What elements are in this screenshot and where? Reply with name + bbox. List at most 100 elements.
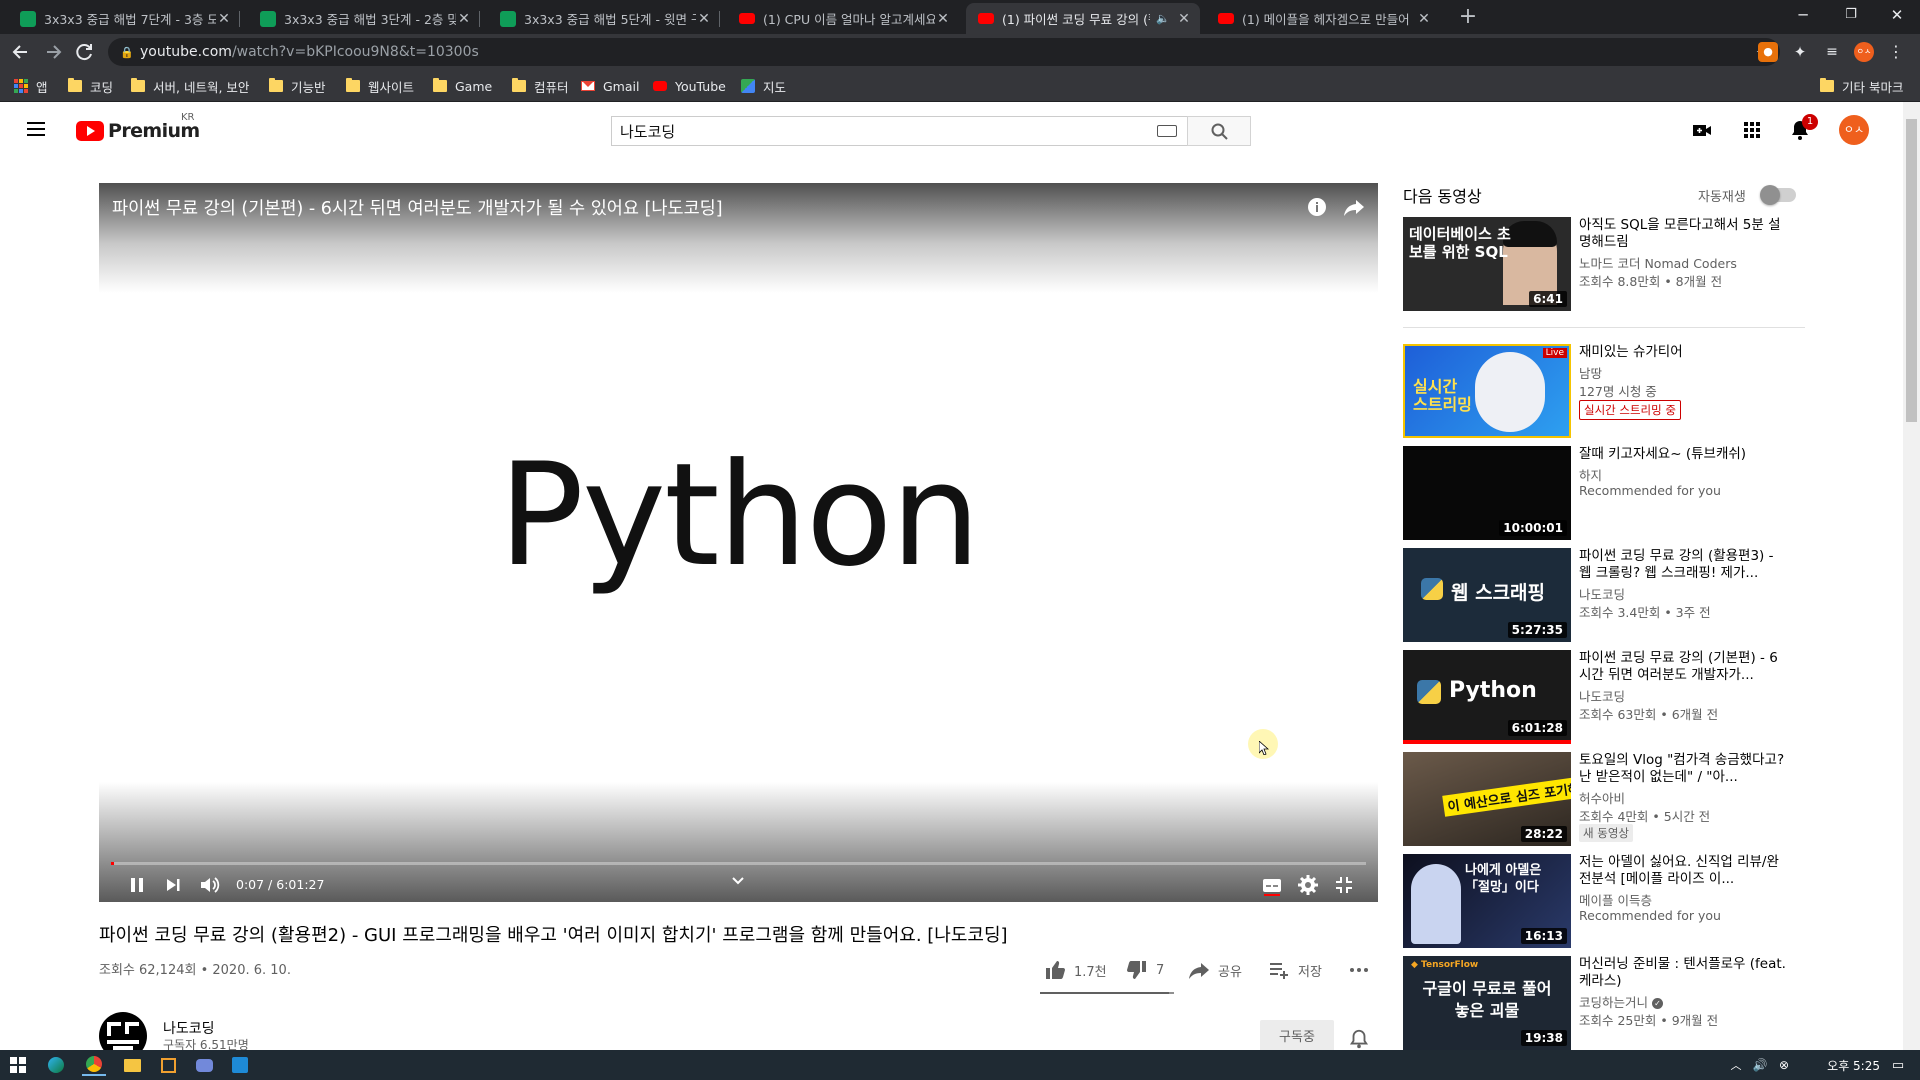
forward-button[interactable] (40, 40, 66, 64)
browser-tab[interactable]: (1) CPU 이름 얼마나 알고계세요 ✕ (727, 3, 959, 34)
video-title[interactable]: 머신러닝 준비물 : 텐서플로우 (feat.케라스) (1579, 956, 1787, 990)
recommended-video[interactable]: 이 예산으로 심즈 포기해 28:22 토요일의 Vlog "컴가격 송금했다고… (1403, 752, 1805, 846)
video-thumbnail[interactable]: 데이터베이스 초보를 위한 SQL 6:41 (1403, 217, 1571, 311)
close-window-button[interactable]: ✕ (1874, 0, 1920, 30)
recommended-video[interactable]: Live 실시간 스트리밍 재미있는 슈가티어 남땅 127명 시청 중 실시간… (1403, 344, 1805, 438)
video-title[interactable]: 파이썬 코딩 무료 강의 (기본편) - 6시간 뒤면 여러분도 개발자가... (1579, 650, 1787, 684)
chrome-taskbar-icon[interactable] (82, 1054, 106, 1076)
channel-name[interactable]: 노마드 코더 Nomad Coders (1579, 253, 1737, 272)
close-tab-icon[interactable]: ✕ (696, 11, 712, 27)
recommended-video[interactable]: ◆ TensorFlow 구글이 무료로 풀어놓은 괴물 19:38 머신러닝 … (1403, 956, 1805, 1050)
video-title[interactable]: 아직도 SQL을 모른다고해서 5분 설명해드림 (1579, 217, 1787, 251)
bookmark-youtube[interactable]: YouTube (653, 70, 726, 102)
close-tab-icon[interactable]: ✕ (216, 11, 232, 27)
account-avatar[interactable]: ㅇㅅ (1839, 115, 1869, 145)
create-video-icon[interactable] (1690, 118, 1714, 142)
chapter-chevron-icon[interactable] (726, 869, 750, 893)
search-input[interactable]: 나도코딩 (611, 116, 1187, 146)
fullscreen-exit-button[interactable] (1332, 873, 1356, 897)
channel-name[interactable]: 하지 (1579, 465, 1602, 484)
bookmark-folder[interactable]: Game (433, 70, 492, 102)
close-tab-icon[interactable]: ✕ (935, 11, 951, 27)
channel-name[interactable]: 메이플 이득층 (1579, 890, 1652, 909)
video-thumbnail[interactable]: 나에게 아델은 「절망」이다 16:13 (1403, 854, 1571, 948)
video-title[interactable]: 토요일의 Vlog "컴가격 송금했다고? 난 받은적이 없는데" / "아..… (1579, 752, 1787, 786)
media-control-icon[interactable]: ≡ (1822, 42, 1842, 62)
save-button[interactable]: 저장 (1268, 958, 1322, 982)
vscode-icon[interactable] (228, 1054, 252, 1076)
like-button[interactable]: 1.7천 (1044, 958, 1107, 982)
channel-name[interactable]: 나도코딩 (163, 1018, 215, 1038)
close-tab-icon[interactable]: ✕ (1416, 11, 1432, 27)
guide-menu-icon[interactable] (24, 118, 48, 142)
bookmark-gmail[interactable]: Gmail (581, 70, 639, 102)
video-title[interactable]: 재미있는 슈가티어 (1579, 344, 1787, 361)
video-thumbnail[interactable]: Live 실시간 스트리밍 (1403, 344, 1571, 438)
app-taskbar-icon[interactable] (156, 1054, 180, 1076)
bookmark-folder[interactable]: 코딩 (68, 70, 113, 102)
speaker-icon[interactable]: 🔈 (1156, 12, 1170, 25)
taskbar-clock[interactable]: 오후 5:25 (1827, 1057, 1880, 1074)
chrome-menu-icon[interactable]: ⋮ (1886, 42, 1906, 62)
video-title[interactable]: 저는 아델이 싫어요. 신직업 리뷰/완전분석 [메이플 라이즈 이... (1579, 854, 1787, 888)
video-thumbnail[interactable]: 이 예산으로 심즈 포기해 28:22 (1403, 752, 1571, 846)
subtitles-button[interactable] (1260, 873, 1284, 897)
minimize-button[interactable]: ─ (1780, 0, 1826, 30)
video-thumbnail[interactable]: Python 6:01:28 (1403, 650, 1571, 744)
address-bar[interactable]: 🔒 youtube.com/watch?v=bKPIcoou9N8&t=1030… (108, 38, 1780, 66)
other-bookmarks[interactable]: 기타 북마크 (1820, 70, 1903, 102)
file-explorer-icon[interactable] (120, 1054, 144, 1076)
scrollbar-thumb[interactable] (1906, 119, 1917, 422)
restore-button[interactable]: ❐ (1828, 0, 1874, 30)
next-button[interactable] (161, 873, 185, 897)
discord-icon[interactable] (192, 1054, 216, 1076)
browser-tab[interactable]: 3x3x3 중급 해법 3단계 - 2층 맞 ✕ (248, 3, 480, 34)
browser-tab-active[interactable]: (1) 파이썬 코딩 무료 강의 (활 🔈 ✕ (966, 3, 1200, 34)
channel-name[interactable]: 코딩하는거니 ✓ (1579, 992, 1663, 1011)
video-thumbnail[interactable]: ◆ TensorFlow 구글이 무료로 풀어놓은 괴물 19:38 (1403, 956, 1571, 1050)
browser-tab[interactable]: 3x3x3 중급 해법 7단계 - 3층 모 ✕ (8, 3, 240, 34)
recommended-video[interactable]: 웹 스크래핑 5:27:35 파이썬 코딩 무료 강의 (활용편3) - 웹 크… (1403, 548, 1805, 642)
video-title[interactable]: 잘때 키고자세요~ (튜브캐쉬) (1579, 446, 1787, 463)
bookmark-folder[interactable]: 서버, 네트웍, 보안 (131, 70, 249, 102)
recommended-video[interactable]: 10:00:01 잘때 키고자세요~ (튜브캐쉬) 하지 Recommended… (1403, 446, 1805, 540)
youtube-premium-logo[interactable]: Premium KR (76, 112, 200, 142)
notification-bell-icon[interactable] (1348, 1028, 1370, 1050)
dislike-button[interactable]: 7 (1126, 958, 1164, 982)
network-tray-icon[interactable]: ⊗ (1772, 1054, 1796, 1076)
bookmark-maps[interactable]: 지도 (741, 70, 786, 102)
recommended-video[interactable]: Python 6:01:28 파이썬 코딩 무료 강의 (기본편) - 6시간 … (1403, 650, 1805, 744)
video-player[interactable]: 파이썬 무료 강의 (기본편) - 6시간 뒤면 여러분도 개발자가 될 수 있… (99, 183, 1378, 902)
channel-name[interactable]: 남땅 (1579, 363, 1602, 382)
player-overlay-title[interactable]: 파이썬 무료 강의 (기본편) - 6시간 뒤면 여러분도 개발자가 될 수 있… (112, 195, 723, 220)
pause-button[interactable] (125, 873, 149, 897)
bookmark-apps[interactable]: 앱 (14, 70, 48, 102)
share-arrow-icon[interactable] (1343, 197, 1365, 217)
settings-button[interactable] (1296, 873, 1320, 897)
volume-tray-icon[interactable]: 🔊 (1748, 1054, 1772, 1076)
progress-bar[interactable] (111, 862, 1366, 865)
new-tab-button[interactable]: + (1456, 5, 1480, 29)
puzzle-icon[interactable]: ✦ (1790, 42, 1810, 62)
show-hidden-icons-icon[interactable]: ︿ (1724, 1054, 1748, 1076)
notification-center-icon[interactable]: ▭ (1886, 1054, 1910, 1076)
reload-button[interactable] (72, 40, 98, 64)
video-thumbnail[interactable]: 웹 스크래핑 5:27:35 (1403, 548, 1571, 642)
bookmark-folder[interactable]: 컴퓨터 (512, 70, 569, 102)
video-title[interactable]: 파이썬 코딩 무료 강의 (활용편3) - 웹 크롤링? 웹 스크래핑! 제가.… (1579, 548, 1787, 582)
edge-browser-icon[interactable] (44, 1054, 68, 1076)
close-tab-icon[interactable]: ✕ (456, 11, 472, 27)
recommended-video[interactable]: 나에게 아델은 「절망」이다 16:13 저는 아델이 싫어요. 신직업 리뷰/… (1403, 854, 1805, 948)
browser-tab[interactable]: 3x3x3 중급 해법 5단계 - 윗면 구 ✕ (488, 3, 720, 34)
back-button[interactable] (8, 40, 34, 64)
apps-grid-icon[interactable] (1740, 118, 1764, 142)
bookmark-folder[interactable]: 웹사이트 (346, 70, 414, 102)
bookmark-folder[interactable]: 기능반 (269, 70, 326, 102)
windows-start-icon[interactable] (6, 1054, 30, 1076)
more-actions-button[interactable] (1348, 958, 1370, 982)
channel-name[interactable]: 허수아비 (1579, 788, 1625, 807)
share-button[interactable]: 공유 (1188, 958, 1242, 982)
page-scrollbar[interactable] (1903, 102, 1920, 1050)
close-tab-icon[interactable]: ✕ (1176, 11, 1192, 27)
search-button[interactable] (1187, 116, 1251, 146)
